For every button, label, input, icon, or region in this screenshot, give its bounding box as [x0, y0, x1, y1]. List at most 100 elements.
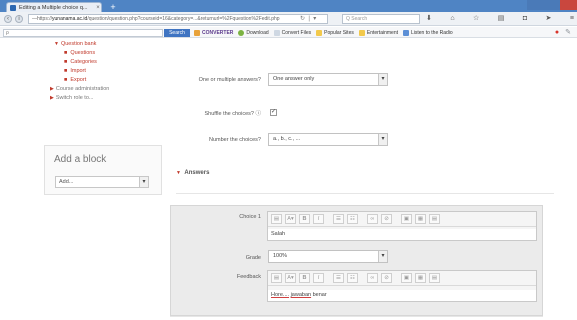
numbering-value: a., b., c., ... — [273, 136, 301, 142]
bullet-icon: ■ — [64, 59, 68, 65]
close-window-button[interactable] — [560, 0, 577, 10]
single-answer-label: One or multiple answers? — [198, 77, 261, 83]
bookmark-popular-sites[interactable]: Popular Sites — [316, 29, 354, 37]
download-icon[interactable]: ⬇ — [426, 14, 432, 24]
collapse-arrow-icon: ▼ — [176, 170, 181, 176]
new-tab-button[interactable]: + — [108, 3, 118, 12]
back-button[interactable]: ‹ — [4, 15, 12, 23]
navigation-bar: ‹ i —https://yunanama.ac.id/question/que… — [0, 12, 577, 26]
reload-icon[interactable]: ↻ — [300, 16, 305, 22]
info-icon[interactable]: i — [15, 15, 23, 23]
grade-value: 100% — [273, 253, 288, 259]
dropdown-arrow-icon: ▾ — [378, 74, 387, 85]
expand-arrow-icon: ▼ — [54, 41, 59, 47]
ordered-list-button[interactable]: ☷ — [347, 214, 358, 224]
collapse-arrow-icon: ▶ — [50, 86, 54, 92]
window-controls — [527, 0, 577, 10]
file-button[interactable]: ▤ — [429, 273, 440, 283]
dropdown-arrow-icon: ▾ — [378, 251, 387, 262]
help-icon[interactable]: ⓘ — [255, 111, 261, 117]
media-button[interactable]: ▦ — [415, 273, 426, 283]
bookmark-entertainment[interactable]: Entertainment — [358, 29, 398, 37]
link-button[interactable]: ∞ — [367, 214, 378, 224]
nav-questions[interactable]: ■ Questions — [50, 49, 109, 58]
feedback-label: Feedback — [236, 274, 261, 280]
choice-1-text[interactable]: Salah — [268, 229, 536, 240]
pocket-icon[interactable]: ◘ — [523, 14, 527, 24]
addon-pen-icon[interactable]: ✎ — [565, 28, 571, 37]
add-block-select[interactable]: Add... ▾ — [55, 176, 149, 188]
dropdown-arrow-icon: ▾ — [139, 177, 148, 187]
toolbar-toggle-button[interactable]: ▤ — [271, 273, 282, 283]
editor-toolbar: ▤ A▾ B I ☰ ☷ ∞ ⊘ ▣ ▦ ▤ — [268, 212, 536, 227]
panel-bottom-divider — [170, 316, 543, 317]
dropdown-arrow-icon: ▾ — [378, 134, 387, 145]
bookmark-radio[interactable]: Listen to the Radio — [403, 29, 453, 37]
converter-logo[interactable]: CONVERTER — [194, 29, 233, 37]
numbering-label: Number the choices? — [209, 137, 261, 143]
grade-label: Grade — [245, 255, 261, 261]
maximize-button[interactable] — [543, 0, 561, 10]
url-path: /question/question.php?courseid=16&categ… — [87, 16, 280, 22]
bullet-icon: ■ — [64, 68, 68, 74]
add-block-panel: Add a block Add... ▾ — [44, 145, 162, 195]
image-button[interactable]: ▣ — [401, 273, 412, 283]
moodle-favicon-icon — [10, 4, 16, 11]
nav-categories[interactable]: ■ Categories — [50, 58, 109, 67]
browser-tab[interactable]: Editing a Multiple choice q... × — [6, 2, 102, 12]
menu-icon[interactable]: ≡ — [570, 14, 574, 24]
toolbar-search-button[interactable]: Search — [164, 29, 190, 37]
nav-question-bank[interactable]: ▼ Question bank — [50, 40, 109, 49]
file-button[interactable]: ▤ — [429, 214, 440, 224]
shuffle-checkbox[interactable]: ✓ — [270, 109, 277, 116]
collapse-arrow-icon: ▶ — [50, 95, 54, 101]
unordered-list-button[interactable]: ☰ — [333, 214, 344, 224]
image-button[interactable]: ▣ — [401, 214, 412, 224]
bold-button[interactable]: B — [299, 214, 310, 224]
toolbar-toggle-button[interactable]: ▤ — [271, 214, 282, 224]
unlink-button[interactable]: ⊘ — [381, 214, 392, 224]
library-icon[interactable]: ▤ — [498, 14, 505, 24]
section-divider — [176, 193, 554, 194]
browser-tab-strip: Editing a Multiple choice q... × + — [0, 0, 577, 12]
nav-switch-role[interactable]: ▶ Switch role to... — [50, 94, 109, 103]
send-icon[interactable]: ➤ — [546, 14, 552, 24]
nav-export[interactable]: ■ Export — [50, 76, 109, 85]
bookmark-items: CONVERTER Download Convert Files Popular… — [194, 29, 453, 37]
choice-1-editor[interactable]: ▤ A▾ B I ☰ ☷ ∞ ⊘ ▣ ▦ ▤ Salah — [267, 211, 537, 241]
feedback-text[interactable]: Hore.... jawaban benar — [268, 290, 536, 301]
font-style-button[interactable]: A▾ — [285, 214, 296, 224]
browser-toolbar-icons: ⬇ ⌂ ☆ ▤ ◘ ➤ ≡ — [426, 14, 574, 24]
shuffle-label: Shuffle the choices? ⓘ — [204, 111, 261, 117]
single-answer-select[interactable]: One answer only ▾ — [268, 73, 388, 86]
address-bar[interactable]: —https://yunanama.ac.id/question/questio… — [28, 14, 328, 24]
navigation-tree: ▼ Question bank ■ Questions ■ Categories ■ I… — [50, 40, 109, 103]
addon-red-icon[interactable]: ● — [555, 28, 559, 37]
italic-button[interactable]: I — [313, 273, 324, 283]
nav-course-administration[interactable]: ▶ Course administration — [50, 85, 109, 94]
bookmarks-toolbar: ρ Search CONVERTER Download Convert File… — [0, 27, 577, 38]
nav-import[interactable]: ■ Import — [50, 67, 109, 76]
bullet-icon: ■ — [64, 77, 68, 83]
italic-button[interactable]: I — [313, 214, 324, 224]
ordered-list-button[interactable]: ☷ — [347, 273, 358, 283]
bookmark-convert-files[interactable]: Convert Files — [273, 29, 311, 37]
feedback-editor[interactable]: ▤ A▾ B I ☰ ☷ ∞ ⊘ ▣ ▦ ▤ Hore.... jawaban … — [267, 270, 537, 302]
answers-section-heading[interactable]: ▼ Answers — [176, 170, 209, 176]
bookmark-star-icon[interactable]: ☆ — [473, 14, 479, 24]
dropdown-arrow-icon[interactable]: ▾ — [313, 16, 316, 22]
home-icon[interactable]: ⌂ — [450, 14, 454, 24]
bold-button[interactable]: B — [299, 273, 310, 283]
unlink-button[interactable]: ⊘ — [381, 273, 392, 283]
toolbar-search-input[interactable]: ρ — [3, 29, 163, 37]
bookmark-download[interactable]: Download — [238, 29, 269, 37]
link-button[interactable]: ∞ — [367, 273, 378, 283]
media-button[interactable]: ▦ — [415, 214, 426, 224]
font-style-button[interactable]: A▾ — [285, 273, 296, 283]
close-tab-icon[interactable]: × — [95, 5, 101, 11]
grade-select[interactable]: 100% ▾ — [268, 250, 388, 263]
unordered-list-button[interactable]: ☰ — [333, 273, 344, 283]
minimize-button[interactable] — [527, 0, 544, 10]
numbering-select[interactable]: a., b., c., ... ▾ — [268, 133, 388, 146]
browser-search-input[interactable]: Q Search — [342, 14, 420, 24]
